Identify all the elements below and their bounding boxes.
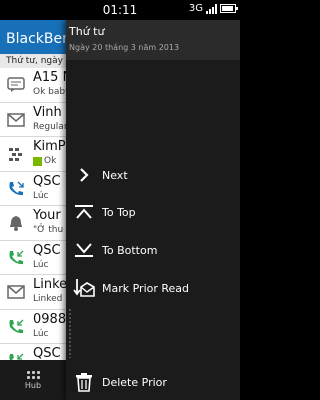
menu-grip [68, 308, 72, 358]
menu-title: Thứ tư [69, 25, 105, 38]
chevron-right-icon [66, 159, 102, 191]
list-item-snippet: Lúc [33, 190, 49, 201]
to-top-icon [66, 196, 102, 228]
list-item-sender: QSC [33, 346, 61, 361]
list-item-snippet: Lúc [33, 328, 49, 339]
phone-missed-icon [6, 179, 26, 199]
email-icon [6, 282, 26, 302]
menu-item-delete-prior[interactable]: Delete Prior [66, 366, 240, 398]
menu-item-to-bottom[interactable]: To Bottom [66, 234, 240, 266]
list-item-snippet: Ok baby [33, 87, 71, 97]
list-item-snippet: "Ở thu [33, 225, 64, 235]
bbm-badge-icon [33, 157, 42, 166]
network-type: 3G [188, 3, 203, 14]
phone-incoming-icon [6, 317, 26, 337]
action-menu: Thứ tư Ngày 20 tháng 3 năm 2013 Next To … [66, 20, 240, 400]
list-item-sender: 0988 [33, 311, 67, 327]
menu-subtitle: Ngày 20 tháng 3 năm 2013 [69, 43, 180, 52]
list-item-sender: Your [33, 208, 61, 223]
menu-item-label: Delete Prior [102, 375, 167, 389]
menu-item-next[interactable]: Next [66, 159, 240, 191]
list-item-sender: QSC [33, 173, 61, 189]
list-item-snippet: Lúc [33, 259, 49, 270]
menu-item-label: Next [102, 168, 128, 182]
menu-item-label: To Bottom [102, 243, 158, 257]
list-item-sender: KimP [33, 139, 66, 154]
list-item-sender: Vinh [33, 104, 62, 120]
trash-icon [66, 366, 102, 398]
list-item-sender: Linke [33, 277, 68, 292]
bbm-icon [6, 144, 26, 164]
status-indicators: 3G [188, 3, 238, 14]
menu-header: Thứ tư Ngày 20 tháng 3 năm 2013 [66, 20, 240, 60]
phone-incoming-icon [6, 248, 26, 268]
bell-icon [6, 213, 26, 233]
mark-read-icon [66, 272, 102, 304]
sms-icon [6, 75, 26, 95]
signal-icon [206, 3, 217, 14]
battery-icon [220, 4, 238, 13]
list-item-snippet: Ok [44, 156, 57, 166]
email-icon [6, 110, 26, 130]
hub-button-label: Hub [24, 380, 42, 390]
menu-item-label: To Top [102, 205, 136, 219]
list-item-snippet: Linked [33, 294, 63, 304]
status-bar: 01:11 3G [0, 0, 240, 20]
to-bottom-icon [66, 234, 102, 266]
list-item-snippet: Regular [33, 121, 68, 132]
bbm-logo-icon [26, 370, 40, 379]
hub-button[interactable]: Hub [0, 360, 66, 400]
menu-item-label: Mark Prior Read [102, 281, 190, 295]
menu-item-to-top[interactable]: To Top [66, 196, 240, 228]
menu-item-mark-prior-read[interactable]: Mark Prior Read [66, 272, 240, 304]
list-item-sender: QSC [33, 242, 61, 258]
